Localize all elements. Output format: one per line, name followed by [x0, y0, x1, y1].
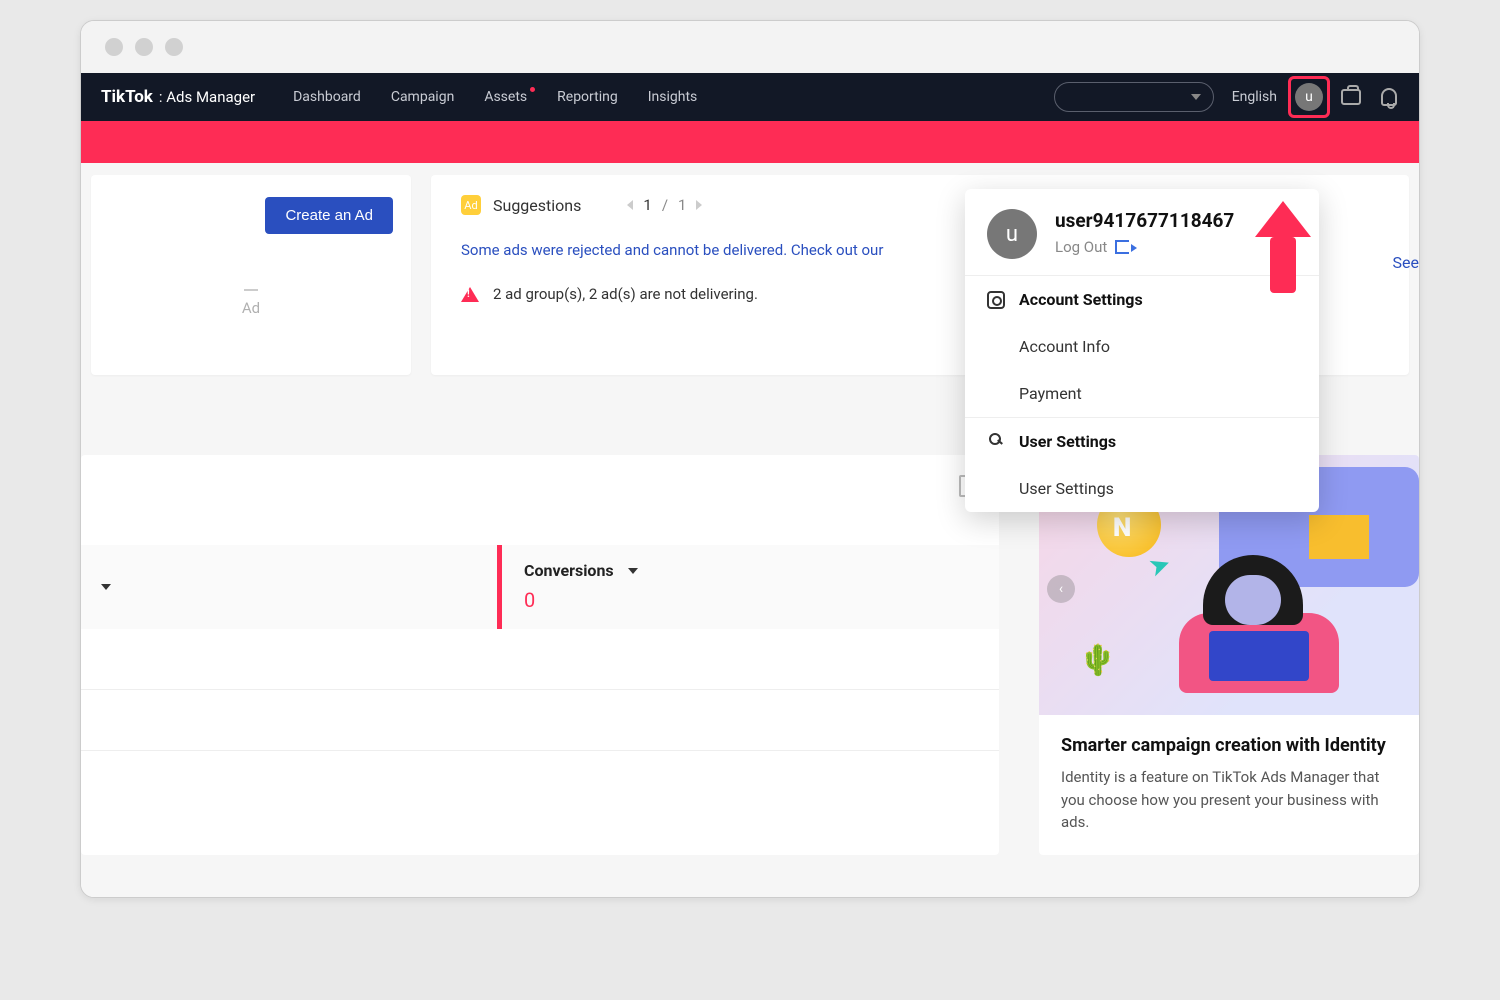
app-root: TikTok : Ads Manager Dashboard Campaign A…	[81, 73, 1419, 897]
dropdown-username: user9417677118467	[1055, 209, 1234, 232]
dropdown-avatar-letter: u	[1006, 222, 1018, 247]
arrow-stem-icon	[1270, 237, 1296, 293]
dropdown-caret-icon	[1271, 189, 1289, 190]
chevron-down-icon	[628, 568, 638, 574]
account-selector[interactable]	[1054, 82, 1214, 112]
metrics-panel: Conversions 0	[81, 455, 999, 855]
arrow-head-icon	[1255, 201, 1311, 237]
user-settings-header: User Settings	[965, 417, 1319, 465]
nav-dashboard[interactable]: Dashboard	[293, 89, 361, 105]
pager-sep: /	[662, 196, 668, 214]
arrow-annotation	[1255, 201, 1311, 291]
plant-icon: 🌵	[1079, 643, 1116, 678]
account-settings-label: Account Settings	[1019, 290, 1143, 309]
metric-conversions[interactable]: Conversions 0	[497, 545, 660, 629]
window-titlebar	[81, 21, 1419, 73]
pager-total: 1	[678, 196, 686, 214]
nav-links: Dashboard Campaign Assets Reporting Insi…	[293, 89, 697, 105]
chevron-down-icon	[1191, 94, 1201, 100]
chevron-down-icon	[101, 584, 111, 590]
suggestions-pager: 1 / 1	[627, 196, 702, 214]
window-close-dot[interactable]	[105, 38, 123, 56]
warning-text: 2 ad group(s), 2 ad(s) are not deliverin…	[493, 285, 758, 303]
panel-toolbar	[81, 455, 999, 545]
brand-name: TikTok	[101, 87, 153, 107]
lower-row: Conversions 0 ✺	[81, 455, 1419, 855]
user-settings-label: User Settings	[1019, 479, 1114, 498]
shape-icon	[1309, 515, 1369, 559]
nav-assets[interactable]: Assets	[484, 89, 527, 105]
logout-button[interactable]: Log Out	[1055, 238, 1234, 256]
promo-column: ✺ N ➤ 🌵 ‹ Smarter campaign creation with…	[1019, 455, 1419, 855]
nav-campaign[interactable]: Campaign	[391, 89, 454, 105]
bell-icon	[1381, 88, 1397, 106]
pager-prev-icon[interactable]	[627, 200, 633, 210]
account-info-item[interactable]: Account Info	[965, 323, 1319, 370]
language-selector[interactable]: English	[1232, 89, 1277, 105]
promo-text: Smarter campaign creation with Identity …	[1039, 715, 1419, 854]
logout-label: Log Out	[1055, 238, 1107, 256]
dropdown-avatar: u	[987, 209, 1037, 259]
payment-label: Payment	[1019, 384, 1082, 403]
promo-title: Smarter campaign creation with Identity	[1061, 735, 1397, 756]
user-avatar-button[interactable]: u	[1295, 83, 1323, 111]
user-settings-item[interactable]: User Settings	[965, 465, 1319, 512]
user-icon	[987, 433, 1005, 451]
cursor-icon: ➤	[1145, 548, 1176, 584]
suggestions-title: Suggestions	[493, 196, 581, 215]
ad-empty-state: Ad	[242, 289, 260, 317]
pager-current: 1	[643, 196, 651, 214]
metric-conversions-value: 0	[524, 588, 638, 612]
notifications-button[interactable]	[1379, 87, 1399, 107]
window-min-dot[interactable]	[135, 38, 153, 56]
account-info-label: Account Info	[1019, 337, 1110, 356]
promo-body: Identity is a feature on TikTok Ads Mana…	[1061, 766, 1397, 834]
top-nav: TikTok : Ads Manager Dashboard Campaign A…	[81, 73, 1419, 121]
alert-banner	[81, 121, 1419, 163]
window-max-dot[interactable]	[165, 38, 183, 56]
laptop-icon	[1209, 631, 1309, 681]
browser-frame: TikTok : Ads Manager Dashboard Campaign A…	[80, 20, 1420, 898]
metric-collapsed[interactable]	[81, 545, 127, 629]
brand-logo[interactable]: TikTok : Ads Manager	[101, 87, 255, 107]
user-settings-header-label: User Settings	[1019, 432, 1116, 451]
carousel-prev-button[interactable]: ‹	[1047, 575, 1075, 603]
nav-reporting[interactable]: Reporting	[557, 89, 618, 105]
person-face-icon	[1225, 575, 1281, 625]
brand-suffix: : Ads Manager	[159, 88, 255, 106]
nav-assets-label: Assets	[484, 89, 527, 105]
warning-triangle-icon	[461, 287, 479, 302]
dash-icon	[244, 289, 258, 291]
nav-right: English u	[1054, 82, 1399, 112]
suggestions-icon: Ad	[461, 195, 481, 215]
create-ad-button[interactable]: Create an Ad	[265, 197, 393, 234]
metric-conversions-label: Conversions	[524, 561, 614, 580]
logout-icon	[1115, 240, 1129, 254]
nav-insights[interactable]: Insights	[648, 89, 698, 105]
briefcase-icon	[1341, 89, 1361, 105]
metric-conversions-header: Conversions	[524, 561, 638, 580]
payment-item[interactable]: Payment	[965, 370, 1319, 417]
promo-card: ✺ N ➤ 🌵 ‹ Smarter campaign creation with…	[1039, 455, 1419, 855]
ad-label: Ad	[242, 299, 260, 317]
business-center-button[interactable]	[1341, 87, 1361, 107]
assets-badge-icon	[530, 87, 535, 92]
avatar-letter: u	[1305, 89, 1313, 105]
divider	[81, 750, 999, 751]
pager-next-icon[interactable]	[696, 200, 702, 210]
gear-icon	[987, 291, 1005, 309]
create-ad-card: Create an Ad Ad	[91, 175, 411, 375]
see-link[interactable]: See	[1393, 253, 1419, 272]
metrics-strip: Conversions 0	[81, 545, 999, 629]
bulb-glyph-icon: N	[1113, 513, 1131, 543]
